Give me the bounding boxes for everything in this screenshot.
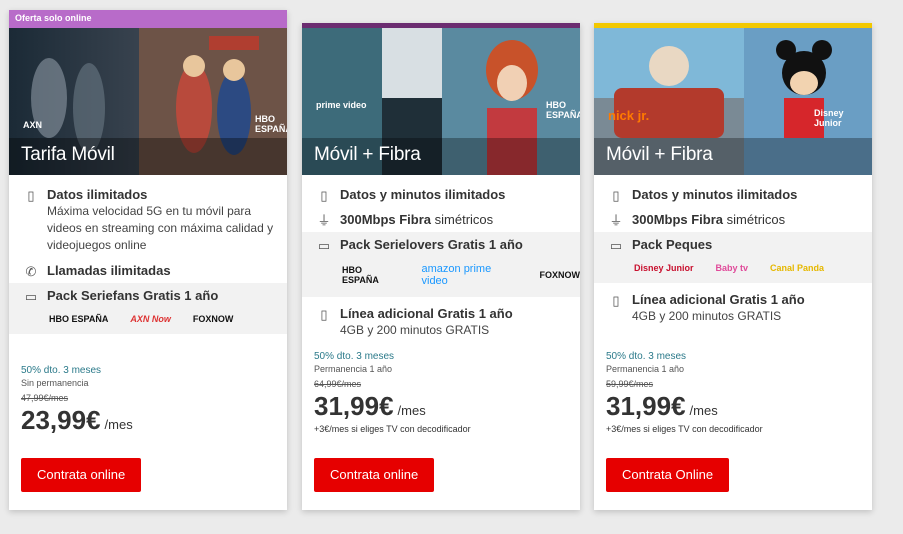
promo-text: 50% dto. 3 meses <box>606 351 687 362</box>
extra-line-title: Línea adicional Gratis 1 año <box>632 292 805 307</box>
permanence-text: Permanencia 1 año <box>314 364 393 374</box>
logo-disney-junior: Disney Junior <box>634 263 694 273</box>
price-value: 31,99€ <box>606 391 686 421</box>
contract-online-button[interactable]: Contrata online <box>314 458 435 492</box>
plan-title: Tarifa Móvil <box>21 144 115 165</box>
price-period: /mes <box>397 403 426 418</box>
promo-text: 50% dto. 3 meses <box>21 365 102 376</box>
promo-text: 50% dto. 3 meses <box>314 351 395 362</box>
logo-foxnow: FOXNOW <box>192 314 234 324</box>
feature-title-suffix: simétricos <box>723 212 786 227</box>
phone-icon: ▯ <box>612 188 620 203</box>
offer-card-movil-fibra-serielovers: prime video HBO ESPAÑA Móvil + Fibra ▯ D… <box>302 23 580 510</box>
logo-canal-panda: Canal Panda <box>770 263 825 273</box>
feature-title-suffix: simétricos <box>431 212 494 227</box>
logo-babytv: Baby tv <box>715 263 749 273</box>
price-box: 50% dto. 3 meses Permanencia 1 año 64,99… <box>314 351 568 434</box>
tv-icon: ▭ <box>609 238 623 253</box>
feature-desc: Máxima velocidad 5G en tu móvil para vid… <box>47 204 274 252</box>
sim-icon: ▯ <box>612 293 620 308</box>
feature-calls: ✆ Llamadas ilimitadas <box>9 258 287 283</box>
phone-icon: ▯ <box>27 188 35 203</box>
price: 31,99€/mes <box>314 391 568 422</box>
hero-logo-nickjr: nick jr. <box>608 108 650 123</box>
pack-logos: HBO ESPAÑA amazon prime video FOXNOW <box>302 257 580 289</box>
price-box: 50% dto. 3 meses Permanencia 1 año 59,99… <box>606 351 860 434</box>
logo-hbo: HBO ESPAÑA <box>342 265 379 285</box>
pack-section: ▭ Pack Serielovers Gratis 1 año HBO ESPA… <box>302 232 580 297</box>
contract-online-button[interactable]: Contrata online <box>21 458 142 492</box>
feature-data: ▯ Datos y minutos ilimitados <box>302 182 580 207</box>
feature-extra-line: ▯ Línea adicional Gratis 1 año 4GB y 200… <box>302 301 580 343</box>
feature-data: ▯ Datos y minutos ilimitados <box>594 182 872 207</box>
tv-note: +3€/mes si eliges TV con decodificador <box>606 424 763 434</box>
pack-logos: HBO ESPAÑA AXN Now FOXNOW <box>9 308 287 326</box>
tv-icon: ▭ <box>24 289 38 304</box>
feature-title: 300Mbps Fibra <box>340 212 432 227</box>
online-offer-badge: Oferta solo online <box>9 10 287 28</box>
logo-prime-video: amazon prime video <box>421 263 492 287</box>
feature-extra-line: ▯ Línea adicional Gratis 1 año 4GB y 200… <box>594 287 872 329</box>
hero-image: nick jr. Disney Junior Móvil + Fibra <box>594 28 872 175</box>
logo-axn-now: AXN Now <box>130 314 171 324</box>
feature-title: Datos ilimitados <box>47 187 148 202</box>
price-box: 50% dto. 3 meses Sin permanencia 47,99€/… <box>21 365 275 436</box>
router-icon: ⏚ <box>317 213 331 228</box>
feature-pack: ▭ Pack Serielovers Gratis 1 año <box>302 232 580 257</box>
pack-section: ▭ Pack Peques Disney Junior Baby tv Cana… <box>594 232 872 283</box>
price-period: /mes <box>689 403 718 418</box>
plan-title: Móvil + Fibra <box>314 144 421 165</box>
tv-icon: ▭ <box>317 238 331 253</box>
offer-card-tarifa-movil: Oferta solo online AXN HBO ESPAÑA Tarifa… <box>9 10 287 510</box>
offer-card-movil-fibra-peques: nick jr. Disney Junior Móvil + Fibra ▯ D… <box>594 23 872 510</box>
hero-logo-axn: AXN <box>23 120 43 130</box>
pack-logos: Disney Junior Baby tv Canal Panda <box>594 257 872 275</box>
price: 31,99€/mes <box>606 391 860 422</box>
hero-logo-hbo: HBO ESPAÑA <box>255 114 287 134</box>
feature-title: 300Mbps Fibra <box>632 212 724 227</box>
price: 23,99€/mes <box>21 405 275 436</box>
call-icon: ✆ <box>25 264 37 279</box>
feature-title: Llamadas ilimitadas <box>47 263 171 278</box>
pack-title: Pack Peques <box>632 237 713 252</box>
contract-online-button[interactable]: Contrata Online <box>606 458 730 492</box>
permanence-text: Permanencia 1 año <box>606 364 685 374</box>
hero-logo-disney-junior: Disney Junior <box>814 108 844 128</box>
hero-logo-hbo: HBO ESPAÑA <box>546 100 580 120</box>
features-list: ▯ Datos y minutos ilimitados ⏚ 300Mbps F… <box>302 182 580 343</box>
feature-title: Datos y minutos ilimitados <box>340 187 506 202</box>
features-list: ▯ Datos ilimitados Máxima velocidad 5G e… <box>9 182 287 334</box>
old-price: 47,99€/mes <box>21 393 69 403</box>
feature-pack: ▭ Pack Peques <box>594 232 872 257</box>
extra-line-desc: 4GB y 200 minutos GRATIS <box>340 323 490 337</box>
feature-pack: ▭ Pack Seriefans Gratis 1 año <box>9 283 287 308</box>
router-icon: ⏚ <box>609 213 623 228</box>
plan-title: Móvil + Fibra <box>606 144 713 165</box>
hero-logo-prime: prime video <box>316 100 367 110</box>
tv-note: +3€/mes si eliges TV con decodificador <box>314 424 471 434</box>
hero-image: AXN HBO ESPAÑA Tarifa Móvil <box>9 28 287 175</box>
price-value: 23,99€ <box>21 405 101 435</box>
price-period: /mes <box>104 417 133 432</box>
pack-title: Pack Seriefans Gratis 1 año <box>47 288 219 303</box>
hero-image: prime video HBO ESPAÑA Móvil + Fibra <box>302 28 580 175</box>
extra-line-desc: 4GB y 200 minutos GRATIS <box>632 309 782 323</box>
features-list: ▯ Datos y minutos ilimitados ⏚ 300Mbps F… <box>594 182 872 329</box>
logo-foxnow: FOXNOW <box>539 270 581 280</box>
old-price: 59,99€/mes <box>606 379 654 389</box>
feature-fibra: ⏚ 300Mbps Fibra simétricos <box>594 207 872 232</box>
feature-fibra: ⏚ 300Mbps Fibra simétricos <box>302 207 580 232</box>
phone-icon: ▯ <box>320 188 328 203</box>
feature-data: ▯ Datos ilimitados Máxima velocidad 5G e… <box>9 182 287 258</box>
old-price: 64,99€/mes <box>314 379 362 389</box>
pack-title: Pack Serielovers Gratis 1 año <box>340 237 523 252</box>
price-value: 31,99€ <box>314 391 394 421</box>
pack-section: ▭ Pack Seriefans Gratis 1 año HBO ESPAÑA… <box>9 283 287 334</box>
permanence-text: Sin permanencia <box>21 378 89 388</box>
logo-hbo: HBO ESPAÑA <box>49 314 109 324</box>
feature-title: Datos y minutos ilimitados <box>632 187 798 202</box>
extra-line-title: Línea adicional Gratis 1 año <box>340 306 513 321</box>
sim-icon: ▯ <box>320 307 328 322</box>
